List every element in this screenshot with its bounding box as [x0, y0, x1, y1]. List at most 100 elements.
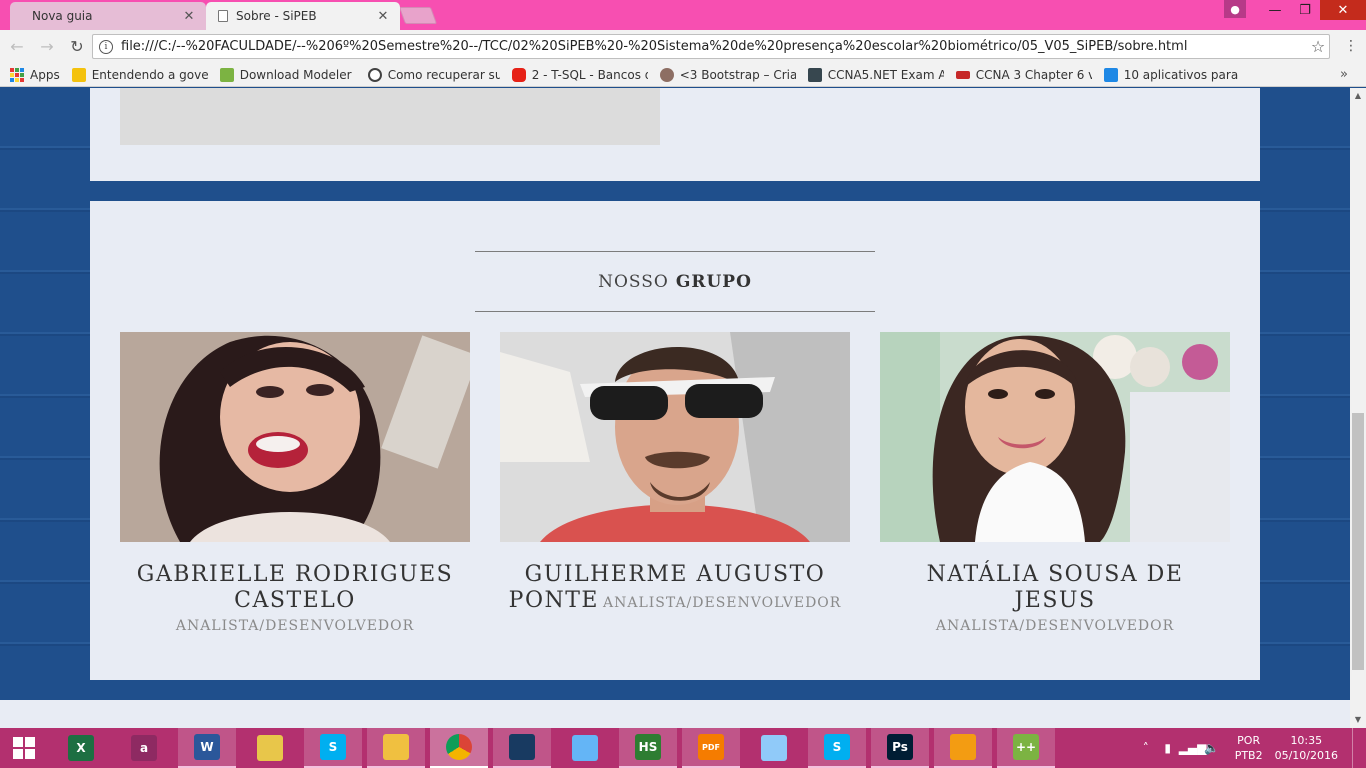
bookmark-item[interactable]: Entendendo a govern	[71, 67, 208, 82]
taskbar-app-button[interactable]	[556, 728, 614, 768]
page-viewport: NOSSO GRUPO GABRIELLE RODRIGUES CASTELO …	[0, 88, 1350, 728]
taskbar-app-button[interactable]: S	[304, 728, 362, 768]
taskbar-app-button[interactable]: ++	[997, 728, 1055, 768]
member-name-text: GABRIELLE RODRIGUES CASTELO	[136, 562, 454, 613]
member-role: ANALISTA/DESENVOLVEDOR	[602, 595, 842, 611]
taskbar-app-button[interactable]: S	[808, 728, 866, 768]
scroll-thumb[interactable]	[1352, 413, 1364, 670]
taskbar-app-button[interactable]: HS	[619, 728, 677, 768]
close-window-icon[interactable]: ✕	[1320, 0, 1366, 20]
bookmark-label: 2 - T-SQL - Bancos de	[531, 67, 648, 82]
member-name: NATÁLIA SOUSA DE JESUS	[880, 562, 1230, 614]
bookmark-label: Entendendo a govern	[91, 67, 208, 82]
back-arrow-icon[interactable]: ←	[4, 34, 30, 60]
taskbar-app-button[interactable]: X	[52, 728, 110, 768]
gear-icon	[367, 67, 382, 82]
taskbar-app-button[interactable]	[493, 728, 551, 768]
notes-icon	[761, 735, 787, 761]
taskbar-app-button[interactable]: a	[115, 728, 173, 768]
url-text[interactable]: file:///C:/--%20FACULDADE/--%206º%20Seme…	[121, 39, 1307, 54]
a-app-icon: a	[131, 735, 157, 761]
forward-arrow-icon[interactable]: →	[34, 34, 60, 60]
restore-icon[interactable]: ❐	[1290, 0, 1320, 20]
bookmark-item[interactable]: CCNA5.NET Exam Ans	[807, 67, 944, 82]
team-members: GABRIELLE RODRIGUES CASTELO ANALISTA/DES…	[120, 332, 1230, 634]
bookmark-label: CCNA 3 Chapter 6 v5.	[975, 67, 1092, 82]
tab-title: Sobre - SiPEB	[236, 9, 317, 23]
volume-icon[interactable]: 🔈	[1201, 741, 1223, 755]
page-scrollbar[interactable]: ▲ ▼	[1350, 88, 1366, 728]
photo-illustration	[500, 332, 850, 542]
taskbar-app-button[interactable]	[241, 728, 299, 768]
hs-icon: HS	[635, 734, 661, 760]
notepadpp-icon: ++	[1013, 734, 1039, 760]
bookmark-item[interactable]: 10 aplicativos para vo	[1103, 67, 1240, 82]
word-icon: W	[194, 734, 220, 760]
taskbar-app-button[interactable]	[367, 728, 425, 768]
windows-start-icon[interactable]	[0, 728, 48, 768]
section-title-bold: GRUPO	[675, 271, 752, 292]
member-role: ANALISTA/DESENVOLVEDOR	[935, 618, 1175, 634]
user-profile-icon[interactable]: ●	[1224, 0, 1246, 18]
virtualbox-icon	[509, 734, 535, 760]
browser-menu-icon[interactable]: ⋮	[1344, 38, 1358, 54]
scroll-down-arrow-icon[interactable]: ▼	[1350, 712, 1366, 728]
member-photo-guilherme	[500, 332, 850, 542]
bookmark-item[interactable]: CCNA 3 Chapter 6 v5.	[955, 67, 1092, 82]
language-indicator[interactable]: POR PTB2	[1235, 733, 1263, 763]
window-controls: ● — ❐ ✕	[1224, 0, 1366, 22]
bookmark-label: Como recuperar suas	[387, 67, 500, 82]
member-card: NATÁLIA SOUSA DE JESUS ANALISTA/DESENVOL…	[880, 332, 1230, 634]
taskbar-app-button[interactable]: W	[178, 728, 236, 768]
footer-panel	[0, 700, 1350, 728]
taskbar-app-button[interactable]: PDF	[682, 728, 740, 768]
owl-icon	[659, 67, 674, 82]
more-bookmarks-icon[interactable]: »	[1340, 67, 1348, 82]
taskbar-app-button[interactable]	[430, 728, 488, 768]
content-placeholder-block	[120, 88, 660, 145]
bookmark-item[interactable]: Como recuperar suas	[367, 67, 500, 82]
tab-close-icon[interactable]: ✕	[376, 9, 390, 24]
taskbar-app-button[interactable]	[745, 728, 803, 768]
excel-icon: X	[68, 735, 94, 761]
browser-toolbar: ← → ↻ i file:///C:/--%20FACULDADE/--%206…	[0, 30, 1366, 63]
taskbar-app-button[interactable]: Ps	[871, 728, 929, 768]
clock-time: 10:35	[1290, 734, 1323, 747]
taskbar-apps: Xa W S HS PDF S Ps ++	[52, 728, 1060, 768]
tab-sobre-sipeb[interactable]: Sobre - SiPEB ✕	[206, 2, 400, 30]
reload-icon[interactable]: ↻	[64, 34, 90, 60]
skype-icon: S	[320, 734, 346, 760]
member-card: GUILHERME AUGUSTO PONTE ANALISTA/DESENVOL…	[500, 332, 850, 634]
bookmark-star-icon[interactable]: ☆	[1307, 37, 1329, 56]
cube-3d-icon	[572, 735, 598, 761]
page-icon	[218, 10, 228, 22]
bookmark-apps[interactable]: Apps	[10, 67, 60, 82]
tab-nova-guia[interactable]: Nova guia ✕	[10, 2, 206, 30]
scroll-up-arrow-icon[interactable]: ▲	[1350, 88, 1366, 104]
clock-date: 05/10/2016	[1274, 749, 1338, 762]
minimize-icon[interactable]: —	[1260, 0, 1290, 20]
bookmark-label: <3 Bootstrap – Crianc	[679, 67, 796, 82]
taskbar-app-button[interactable]	[934, 728, 992, 768]
bookmark-item[interactable]: 2 - T-SQL - Bancos de	[511, 67, 648, 82]
bookmark-label: Download Modeler cc	[239, 67, 356, 82]
member-name: GUILHERME AUGUSTO PONTE ANALISTA/DESENVOL…	[500, 562, 850, 616]
show-desktop-button[interactable]	[1352, 728, 1366, 768]
network-icon[interactable]: ▂▄▆	[1179, 741, 1207, 755]
battery-icon[interactable]: ▮	[1157, 741, 1179, 755]
address-bar[interactable]: i file:///C:/--%20FACULDADE/--%206º%20Se…	[92, 34, 1330, 59]
new-tab-button[interactable]	[398, 7, 438, 24]
cube-icon	[219, 67, 234, 82]
bookmark-item[interactable]: <3 Bootstrap – Crianc	[659, 67, 796, 82]
info-icon[interactable]: i	[99, 39, 113, 54]
bookmarks-bar: Apps Entendendo a govern Download Modele…	[0, 63, 1366, 87]
system-clock[interactable]: 10:35 05/10/2016	[1275, 733, 1338, 763]
bookmark-item[interactable]: Download Modeler cc	[219, 67, 356, 82]
tab-close-icon[interactable]: ✕	[182, 9, 196, 24]
section-title: NOSSO GRUPO	[475, 251, 875, 312]
tray-overflow-icon[interactable]: ˄	[1135, 741, 1157, 755]
apps-grid-icon	[10, 67, 24, 82]
member-name-text: NATÁLIA SOUSA DE JESUS	[926, 562, 1184, 613]
media-player-icon	[950, 734, 976, 760]
file-explorer-icon	[383, 734, 409, 760]
